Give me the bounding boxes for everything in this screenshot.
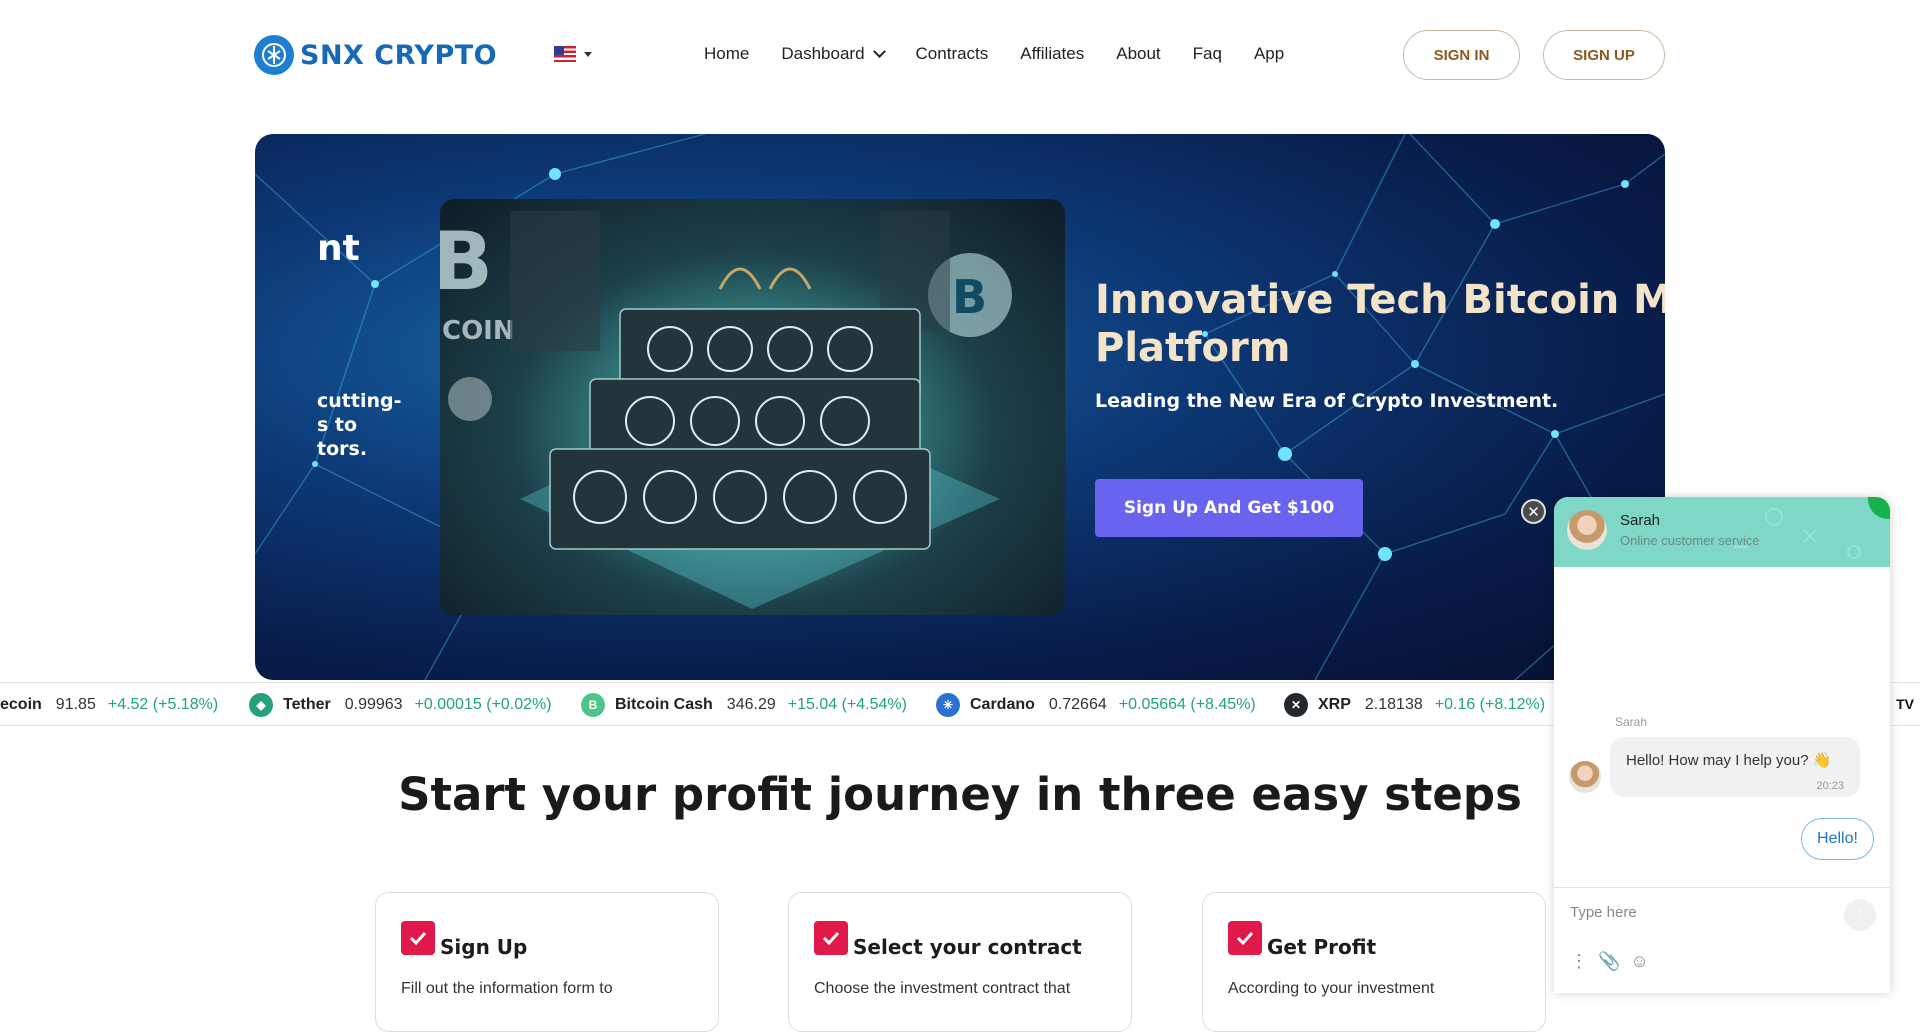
- nav-dashboard[interactable]: Dashboard: [781, 44, 886, 64]
- hero-banner: nt cutting- s to tors. B COIN B Innovati…: [255, 134, 1665, 680]
- caret-down-icon: [584, 51, 592, 57]
- emoji-icon[interactable]: ☺: [1630, 951, 1648, 972]
- step-description: Fill out the information form to: [401, 980, 613, 997]
- divider: [1554, 887, 1890, 888]
- mining-rig-image: B COIN B: [440, 199, 1065, 615]
- nav-app[interactable]: App: [1254, 44, 1284, 64]
- chat-header: Sarah Online customer service: [1554, 497, 1890, 567]
- hero-title: Innovative Tech Bitcoin Mi Platform: [1095, 276, 1665, 372]
- more-options-icon[interactable]: ⋮: [1570, 951, 1588, 972]
- ticker-change: +0.05664 (+8.45%): [1118, 696, 1256, 713]
- ticker-change: +0.16 (+8.12%): [1434, 696, 1546, 713]
- svg-text:B: B: [952, 270, 987, 324]
- step-title: Get Profit: [1267, 935, 1377, 959]
- step-description: Choose the investment contract that: [814, 980, 1071, 997]
- ticker-price: 346.29: [726, 696, 776, 713]
- checkbox-icon: [814, 921, 848, 955]
- hero-prev-slide-text-1: cutting-: [317, 390, 402, 412]
- send-button[interactable]: ↑: [1844, 899, 1876, 931]
- sign-in-button[interactable]: SIGN IN: [1403, 30, 1520, 80]
- ticker-item[interactable]: ecoin 91.85 +4.52 (+5.18%): [0, 683, 218, 727]
- attachment-icon[interactable]: 📎: [1598, 951, 1620, 972]
- logo-text: SNX CRYPTO: [300, 39, 498, 71]
- hero-title-line-1: Innovative Tech Bitcoin Mi: [1095, 277, 1665, 323]
- close-icon: ✕: [1527, 503, 1540, 521]
- quick-reply-button[interactable]: Hello!: [1801, 818, 1874, 860]
- chevron-down-icon: [872, 44, 886, 58]
- ticker-item[interactable]: ✕ XRP 2.18138 +0.16 (+8.12%): [1284, 683, 1545, 727]
- agent-avatar: [1567, 510, 1607, 550]
- sign-up-button[interactable]: SIGN UP: [1543, 30, 1665, 80]
- logo-icon: [254, 35, 294, 75]
- chat-toolbar: ⋮ 📎 ☺: [1570, 951, 1649, 972]
- live-chat-widget: Sarah Online customer service Sarah Hell…: [1554, 497, 1890, 993]
- message-time: 20:23: [1816, 780, 1844, 792]
- ticker-name: Bitcoin Cash: [615, 696, 713, 713]
- ticker-price: 2.18138: [1364, 696, 1423, 713]
- hero-prev-slide-text-2: s to: [317, 414, 358, 436]
- ticker-item[interactable]: ✳ Cardano 0.72664 +0.05664 (+8.45%): [936, 683, 1256, 727]
- us-flag-icon: [554, 46, 576, 62]
- hero-prev-slide-title: nt: [317, 228, 360, 269]
- ticker-name: Tether: [283, 696, 331, 713]
- tradingview-logo-icon[interactable]: TV: [1896, 696, 1914, 712]
- agent-name: Sarah: [1620, 512, 1661, 529]
- ticker-item[interactable]: B Bitcoin Cash 346.29 +15.04 (+4.54%): [581, 683, 907, 727]
- site-logo[interactable]: SNX CRYPTO: [254, 35, 497, 75]
- chat-message-input[interactable]: Type here: [1570, 904, 1637, 921]
- chat-close-button[interactable]: ✕: [1521, 499, 1546, 524]
- xrp-icon: ✕: [1284, 693, 1308, 717]
- tether-icon: ◆: [249, 693, 273, 717]
- bitcoin-cash-icon: B: [581, 693, 605, 717]
- step-title: Sign Up: [440, 935, 528, 959]
- step-card-select-contract: Select your contract Choose the investme…: [788, 892, 1132, 1032]
- hero-title-line-2: Platform: [1095, 325, 1291, 371]
- ticker-change: +0.00015 (+0.02%): [414, 696, 552, 713]
- step-card-sign-up: Sign Up Fill out the information form to: [375, 892, 719, 1032]
- site-header: SNX CRYPTO Home Dashboard Contracts Affi…: [0, 0, 1920, 110]
- step-card-get-profit: Get Profit According to your investment: [1202, 892, 1546, 1032]
- arrow-up-icon: ↑: [1856, 906, 1864, 923]
- agent-status: Online customer service: [1620, 533, 1760, 548]
- ticker-name: Cardano: [970, 696, 1035, 713]
- agent-message-bubble: Hello! How may I help you? 👋 20:23: [1610, 737, 1860, 797]
- hero-subtitle: Leading the New Era of Crypto Investment…: [1095, 390, 1559, 412]
- svg-text:B: B: [440, 215, 493, 308]
- message-text: Hello! How may I help you? 👋: [1626, 752, 1832, 769]
- ticker-change: +15.04 (+4.54%): [787, 696, 907, 713]
- hero-prev-slide-text-3: tors.: [317, 438, 368, 460]
- ticker-price: 91.85: [55, 696, 96, 713]
- nav-dashboard-label: Dashboard: [781, 44, 865, 63]
- ticker-item[interactable]: ◆ Tether 0.99963 +0.00015 (+0.02%): [249, 683, 552, 727]
- checkbox-icon: [1228, 921, 1262, 955]
- cardano-icon: ✳: [936, 693, 960, 717]
- nav-faq[interactable]: Faq: [1193, 44, 1222, 64]
- nav-home[interactable]: Home: [704, 44, 749, 64]
- ticker-price: 0.72664: [1048, 696, 1107, 713]
- checkbox-icon: [401, 921, 435, 955]
- signup-bonus-button[interactable]: Sign Up And Get $100: [1095, 479, 1363, 537]
- message-sender: Sarah: [1615, 715, 1648, 729]
- nav-about[interactable]: About: [1116, 44, 1160, 64]
- ticker-price: 0.99963: [344, 696, 403, 713]
- svg-text:COIN: COIN: [442, 316, 515, 346]
- ticker-change: +4.52 (+5.18%): [107, 696, 219, 713]
- nav-contracts[interactable]: Contracts: [916, 44, 989, 64]
- language-selector[interactable]: [554, 46, 592, 62]
- step-title: Select your contract: [853, 935, 1082, 959]
- ticker-name: ecoin: [0, 696, 42, 713]
- step-description: According to your investment: [1228, 980, 1435, 997]
- agent-avatar-small: [1569, 761, 1601, 793]
- main-nav: Home Dashboard Contracts Affiliates Abou…: [704, 44, 1284, 64]
- ticker-name: XRP: [1318, 696, 1351, 713]
- nav-affiliates[interactable]: Affiliates: [1020, 44, 1084, 64]
